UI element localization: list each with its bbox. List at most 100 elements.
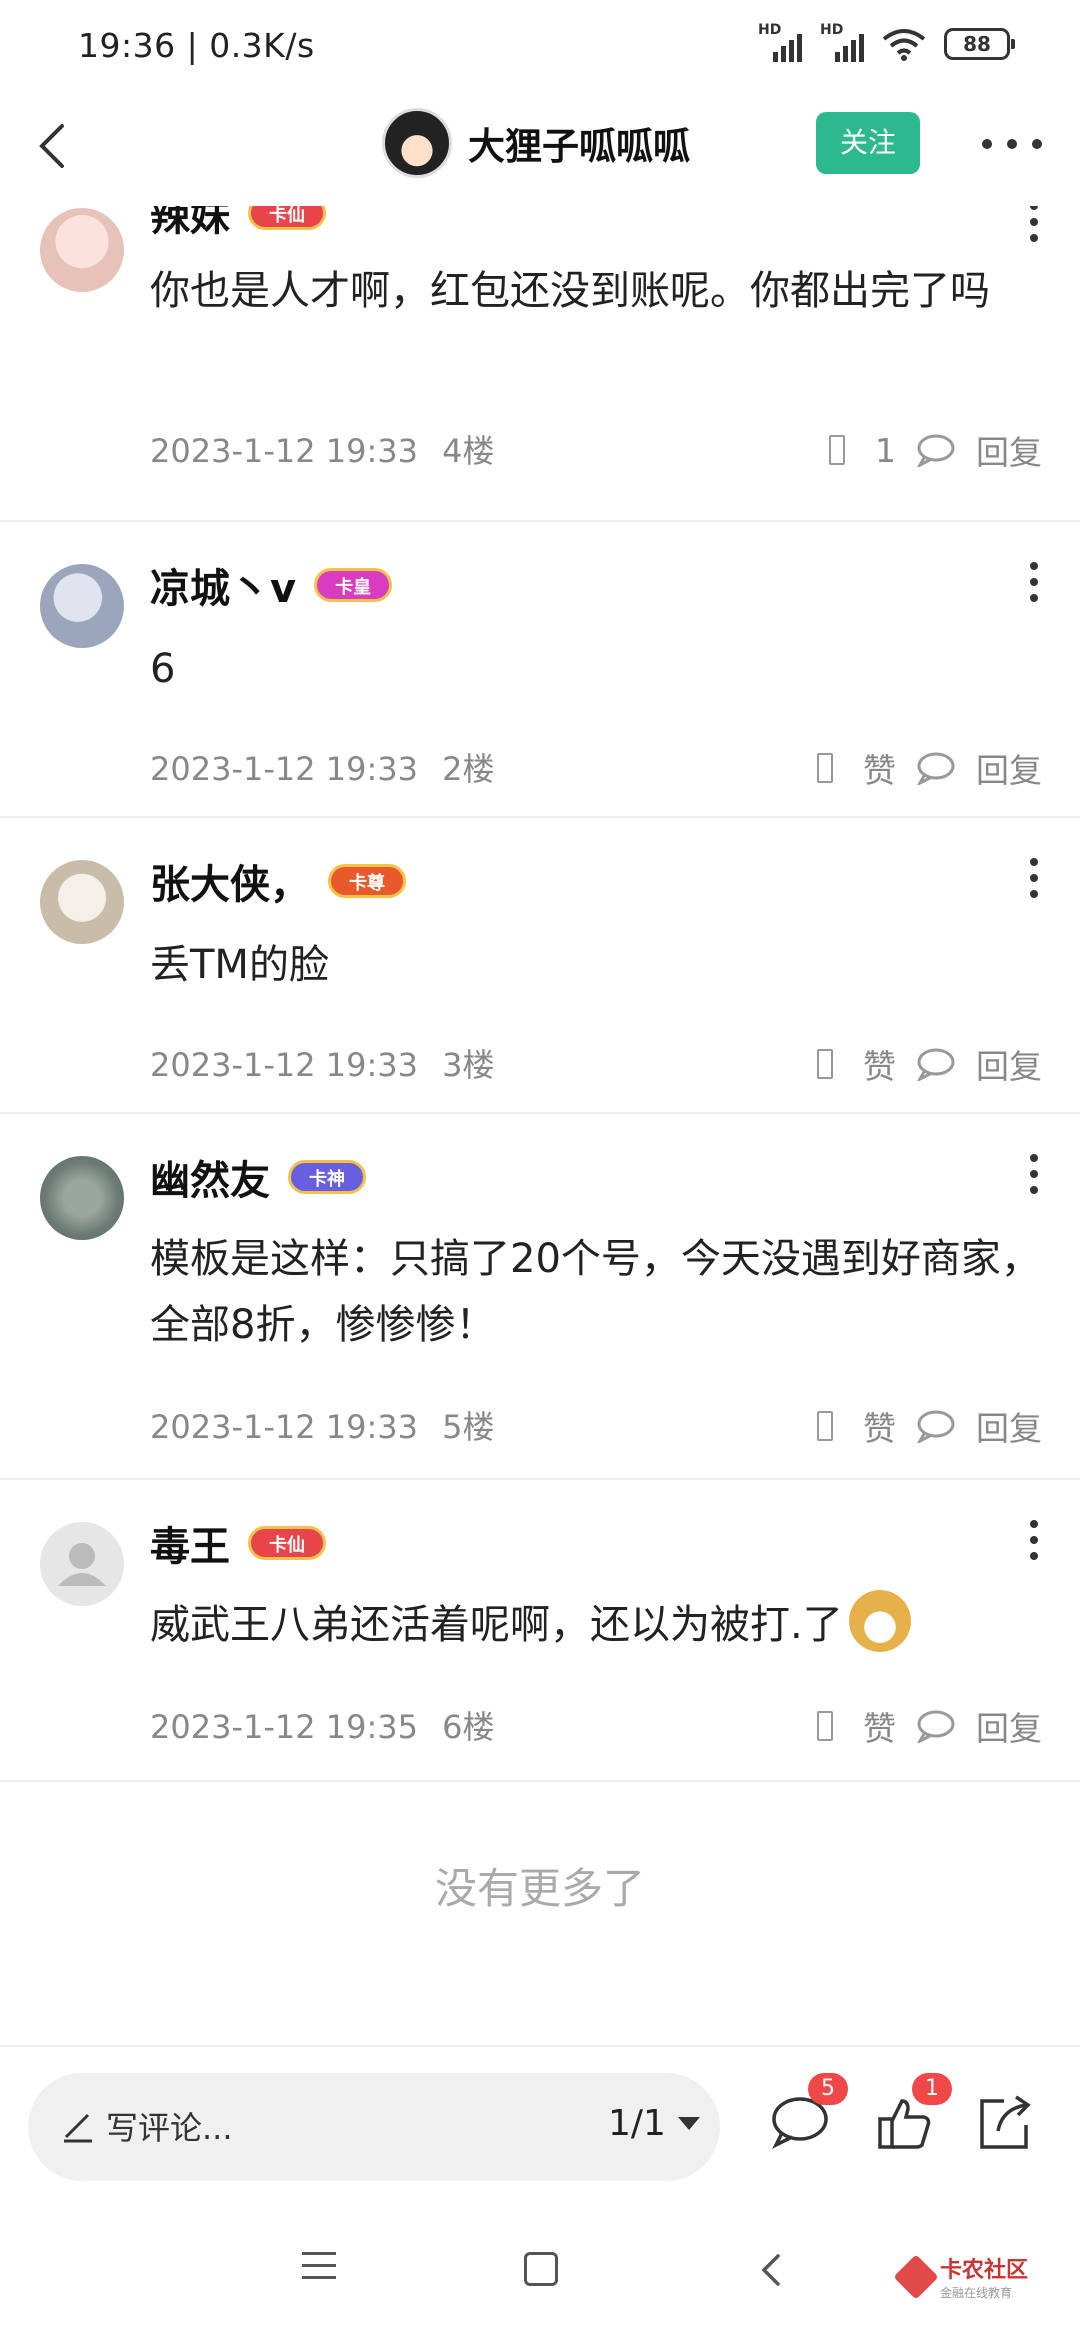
comment-meta: 2023-1-12 19:33 3楼: [150, 1040, 495, 1086]
dropdown-arrow-icon[interactable]: [677, 2117, 700, 2130]
comment-author[interactable]: 凉城丶v 卡皇: [150, 556, 393, 614]
reply-button[interactable]: 回复: [976, 426, 1042, 474]
level-badge: 卡仙: [248, 1526, 326, 1560]
comment-list[interactable]: 辣妹 卡仙 你也是人才啊，红包还没到账呢。你都出完了吗 2023-1-12 19…: [0, 206, 1080, 2046]
comment-item: 凉城丶v 卡皇 6 2023-1-12 19:33 2楼 赞 回复: [0, 522, 1080, 818]
comment-actions: 赞 回复: [817, 1702, 1042, 1750]
like-icon[interactable]: [817, 1411, 833, 1441]
reply-button[interactable]: 回复: [976, 1402, 1042, 1450]
comment-item: 幽然友 卡神 模板是这样：只搞了20个号，今天没遇到好商家，全部8折，惨惨惨！ …: [0, 1114, 1080, 1480]
comment-more-icon[interactable]: [1030, 1520, 1042, 1560]
reply-button[interactable]: 回复: [976, 744, 1042, 792]
comment-text: 丢TM的脸: [150, 942, 329, 988]
comment-more-icon[interactable]: [1030, 562, 1042, 602]
watermark: 卡农社区 金融在线教育: [893, 2252, 1028, 2301]
avatar[interactable]: [40, 1156, 124, 1240]
comment-author-name[interactable]: 毒王: [150, 1514, 230, 1572]
comment-text-content: 威武王八弟还活着呢啊，还以为被打.了: [150, 1602, 843, 1648]
share-icon[interactable]: [972, 2091, 1036, 2155]
level-badge: 卡尊: [328, 864, 406, 898]
like-icon[interactable]: [817, 1711, 833, 1741]
comment-text: 6: [150, 646, 176, 692]
comment-author[interactable]: 毒王 卡仙: [150, 1514, 326, 1572]
status-icons: HD HD 88: [758, 22, 1015, 62]
signal-icon: HD: [820, 22, 864, 62]
comment-author-name[interactable]: 辣妹: [150, 206, 230, 242]
like-icon[interactable]: [817, 1049, 833, 1079]
avatar[interactable]: [40, 564, 124, 648]
author-name[interactable]: 大狸子呱呱呱: [468, 116, 690, 170]
status-time: 19:36 | 0.3K/s: [78, 26, 315, 65]
recent-apps-icon[interactable]: [302, 2252, 336, 2279]
like-button[interactable]: 赞: [863, 744, 896, 792]
comment-actions: 1 回复: [829, 426, 1042, 474]
reply-icon[interactable]: [916, 433, 956, 467]
no-more-text: 没有更多了: [434, 1864, 645, 1913]
comment-item: 张大侠， 卡尊 丢TM的脸 2023-1-12 19:33 3楼 赞 回复: [0, 818, 1080, 1114]
avatar[interactable]: [40, 208, 124, 292]
comment-text: 模板是这样：只搞了20个号，今天没遇到好商家，全部8折，惨惨惨！: [150, 1236, 1041, 1348]
reply-icon[interactable]: [916, 1709, 956, 1743]
comment-author-name[interactable]: 凉城丶v: [150, 556, 296, 614]
comment-more-icon[interactable]: [1030, 206, 1042, 242]
comment-floor: 5楼: [442, 1408, 495, 1446]
comment-more-icon[interactable]: [1030, 1154, 1042, 1194]
like-icon[interactable]: [829, 435, 845, 465]
home-icon[interactable]: [524, 2252, 558, 2286]
comment-item: 毒王 卡仙 威武王八弟还活着呢啊，还以为被打.了 2023-1-12 19:35…: [0, 1480, 1080, 1782]
comment-author-name[interactable]: 幽然友: [150, 1148, 270, 1206]
comment-author[interactable]: 幽然友 卡神: [150, 1148, 366, 1206]
avatar[interactable]: [40, 860, 124, 944]
more-icon[interactable]: [982, 124, 1042, 164]
watermark-subtitle: 金融在线教育: [940, 2286, 1013, 2300]
reply-icon[interactable]: [916, 1047, 956, 1081]
reply-button[interactable]: 回复: [976, 1702, 1042, 1750]
comment-date: 2023-1-12 19:33: [150, 1408, 418, 1446]
wifi-icon: [882, 27, 926, 61]
comment-more-icon[interactable]: [1030, 858, 1042, 898]
author-header[interactable]: 大狸子呱呱呱: [382, 108, 690, 178]
comment-date: 2023-1-12 19:33: [150, 432, 418, 470]
like-button[interactable]: 赞: [863, 1702, 896, 1750]
comment-date: 2023-1-12 19:35: [150, 1708, 418, 1746]
back-arrow-icon[interactable]: [18, 110, 90, 182]
comment-meta: 2023-1-12 19:33 5楼: [150, 1402, 495, 1448]
level-badge: 卡仙: [248, 206, 326, 230]
system-back-icon[interactable]: [754, 2250, 790, 2290]
top-nav-bar: 大狸子呱呱呱 关注: [0, 96, 1080, 206]
comment-input[interactable]: 写评论... 1/1: [28, 2073, 720, 2181]
comment-date: 2023-1-12 19:33: [150, 1046, 418, 1084]
avatar[interactable]: [40, 1522, 124, 1606]
follow-button[interactable]: 关注: [816, 112, 920, 174]
author-avatar[interactable]: [382, 108, 452, 178]
like-button[interactable]: 赞: [863, 1040, 896, 1088]
like-button[interactable]: 赞: [863, 1402, 896, 1450]
comment-meta: 2023-1-12 19:33 2楼: [150, 744, 495, 790]
comments-button[interactable]: 5: [768, 2073, 848, 2155]
comment-author[interactable]: 辣妹 卡仙: [150, 206, 326, 242]
comment-author[interactable]: 张大侠， 卡尊: [150, 852, 406, 910]
reply-icon[interactable]: [916, 1409, 956, 1443]
comment-text: 你也是人才啊，红包还没到账呢。你都出完了吗: [150, 268, 990, 314]
comment-input-placeholder[interactable]: 写评论...: [106, 2103, 233, 2149]
default-avatar-icon: [58, 1543, 106, 1586]
doge-emoji-icon: [848, 1590, 911, 1652]
like-post-button[interactable]: 1: [872, 2073, 952, 2155]
watermark-logo-icon: [893, 2253, 939, 2300]
signal-icon: HD: [758, 22, 802, 62]
page-indicator[interactable]: 1/1: [608, 2103, 666, 2144]
reply-icon[interactable]: [916, 751, 956, 785]
like-icon[interactable]: [817, 753, 833, 783]
reply-button[interactable]: 回复: [976, 1040, 1042, 1088]
pencil-icon: [64, 2113, 92, 2143]
comment-author-name[interactable]: 张大侠，: [150, 852, 310, 910]
comment-count-badge: 5: [808, 2073, 848, 2105]
comment-floor: 2楼: [442, 750, 495, 788]
comment-actions: 赞 回复: [817, 1040, 1042, 1088]
share-button[interactable]: [972, 2091, 1036, 2155]
page-selector[interactable]: 1/1: [608, 2103, 700, 2144]
comment-actions: 赞 回复: [817, 1402, 1042, 1450]
comment-item: 辣妹 卡仙 你也是人才啊，红包还没到账呢。你都出完了吗 2023-1-12 19…: [0, 206, 1080, 522]
like-count[interactable]: 1: [875, 431, 896, 470]
comment-actions: 赞 回复: [817, 744, 1042, 792]
